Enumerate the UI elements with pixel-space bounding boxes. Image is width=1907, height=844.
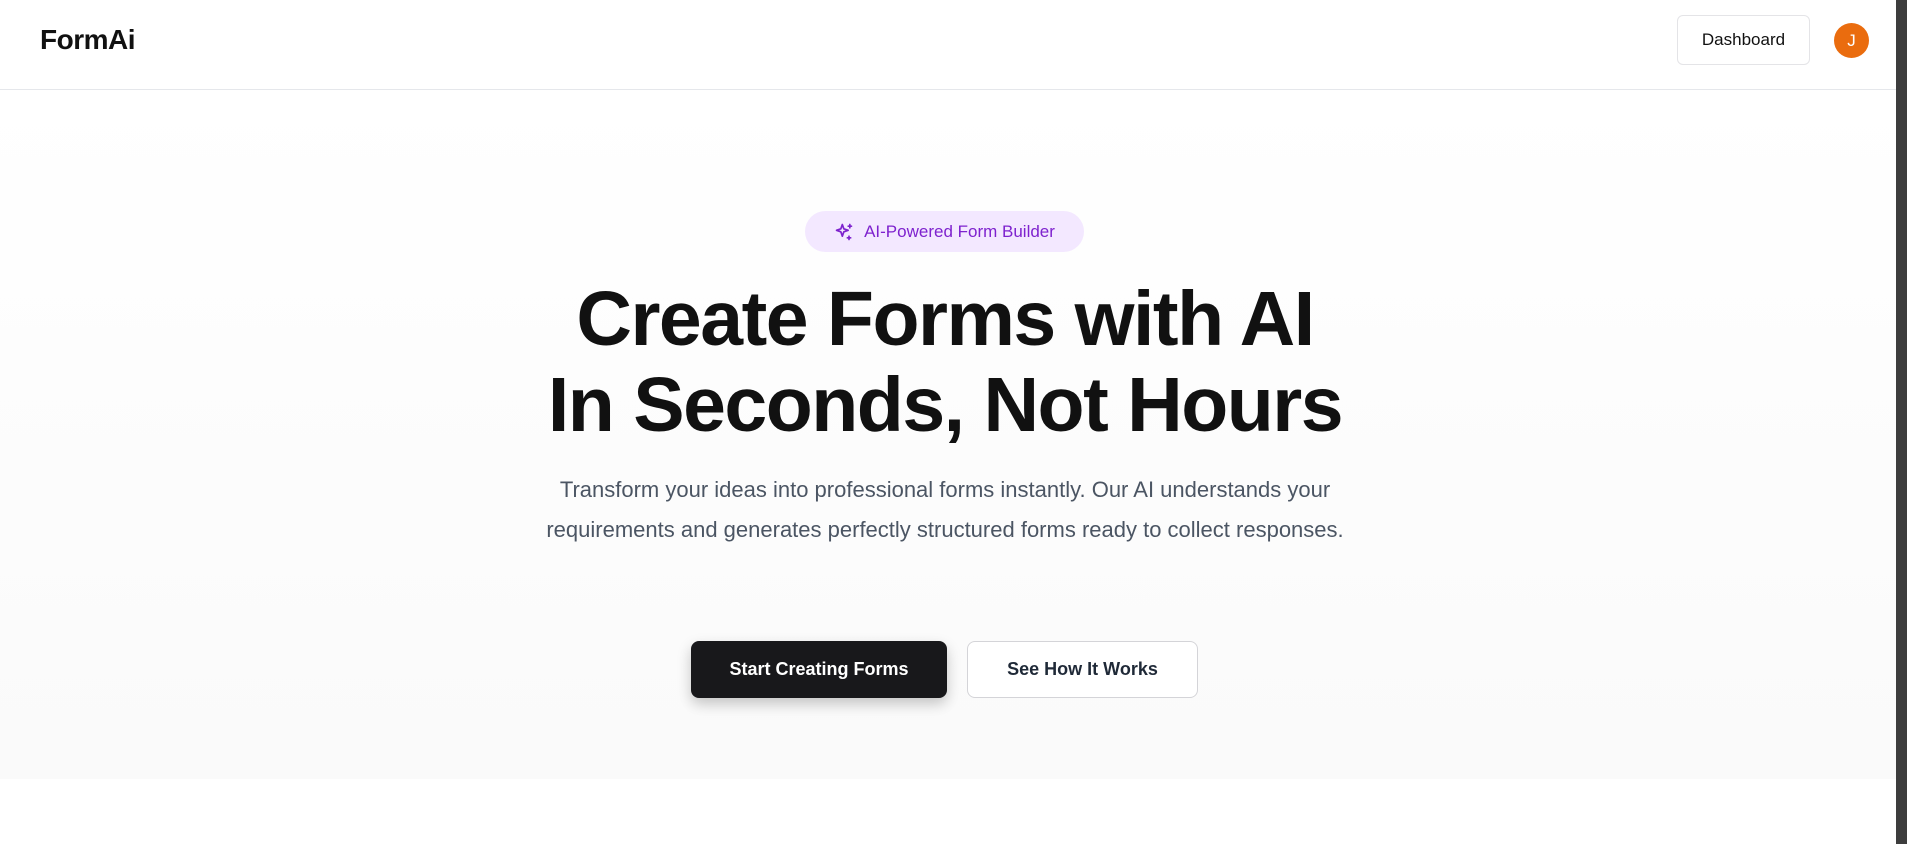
hero-subtitle: Transform your ideas into professional f…	[546, 477, 1344, 542]
see-how-it-works-button[interactable]: See How It Works	[967, 641, 1198, 698]
ai-powered-badge: AI-Powered Form Builder	[805, 211, 1084, 252]
user-avatar[interactable]: J	[1834, 23, 1869, 58]
hero-headline-line-1: Create Forms with AI	[576, 276, 1315, 362]
window-edge-strip	[1896, 0, 1907, 844]
top-nav-bar: FormAi Dashboard J	[0, 0, 1896, 90]
dashboard-button[interactable]: Dashboard	[1677, 15, 1810, 65]
sparkles-icon	[834, 222, 854, 242]
main-content: FormAi Dashboard J AI-Powered Form Build…	[0, 0, 1896, 844]
page: FormAi Dashboard J AI-Powered Form Build…	[0, 0, 1907, 844]
brand-logo[interactable]: FormAi	[40, 22, 136, 58]
badge-label: AI-Powered Form Builder	[864, 221, 1055, 241]
start-creating-forms-button[interactable]: Start Creating Forms	[691, 641, 947, 698]
hero-headline-line-2: In Seconds, Not Hours	[547, 362, 1344, 448]
